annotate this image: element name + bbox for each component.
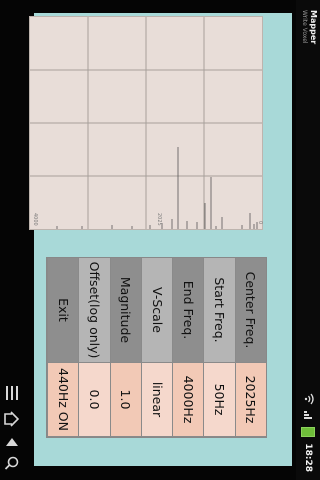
clock: 18:28 bbox=[303, 443, 313, 472]
settings-row-magnitude: Magnitude 1.0 bbox=[109, 258, 141, 437]
settings-row-offset: Offset(log only) 0.0 bbox=[78, 258, 110, 437]
wifi-icon bbox=[302, 393, 315, 405]
end-freq-label[interactable]: End Freq. bbox=[172, 258, 204, 363]
back-icon[interactable] bbox=[6, 438, 18, 446]
offset-label[interactable]: Offset(log only) bbox=[78, 258, 110, 363]
exit-button[interactable]: Exit bbox=[47, 258, 79, 363]
search-icon[interactable] bbox=[4, 456, 19, 470]
x-tick-start: 0 bbox=[257, 221, 263, 225]
start-freq-value[interactable]: 50Hz bbox=[203, 363, 235, 437]
tone-toggle[interactable]: 440Hz ON bbox=[47, 363, 79, 437]
center-freq-label[interactable]: Center Freq. bbox=[234, 258, 266, 363]
x-tick-end: 4000 bbox=[32, 213, 38, 226]
v-scale-value[interactable]: linear bbox=[140, 363, 173, 437]
rotated-screen: Mapper Write Voxel 18:28 0 2025 4000 Cen… bbox=[0, 0, 320, 480]
settings-row-end-freq: End Freq. 4000Hz bbox=[172, 258, 204, 437]
x-tick-center: 2025 bbox=[156, 213, 162, 226]
center-freq-value[interactable]: 2025Hz bbox=[234, 363, 266, 437]
app-title: Mapper bbox=[309, 10, 318, 45]
settings-row-center-freq: Center Freq. 2025Hz bbox=[234, 258, 266, 437]
end-freq-value[interactable]: 4000Hz bbox=[172, 363, 204, 437]
start-freq-label[interactable]: Start Freq. bbox=[203, 258, 235, 363]
navigation-icons bbox=[4, 386, 20, 470]
settings-row-exit: Exit 440Hz ON bbox=[47, 258, 79, 437]
status-bar: Mapper Write Voxel 18:28 bbox=[296, 0, 320, 480]
spectrum-grid bbox=[30, 17, 262, 229]
magnitude-label[interactable]: Magnitude bbox=[109, 258, 141, 363]
menu-icon[interactable] bbox=[6, 386, 18, 400]
spectrum-plot[interactable]: 0 2025 4000 bbox=[29, 16, 263, 230]
status-icons: 18:28 bbox=[301, 393, 315, 472]
settings-row-v-scale: V-Scale linear bbox=[140, 258, 173, 437]
offset-value[interactable]: 0.0 bbox=[78, 363, 110, 437]
app-subtitle: Write Voxel bbox=[301, 10, 308, 44]
v-scale-label[interactable]: V-Scale bbox=[140, 258, 173, 363]
battery-icon bbox=[301, 427, 315, 438]
settings-row-start-freq: Start Freq. 50Hz bbox=[203, 258, 235, 437]
navigation-bar bbox=[0, 0, 24, 480]
settings-table: Center Freq. 2025Hz Start Freq. 50Hz End… bbox=[46, 257, 267, 438]
signal-icon bbox=[302, 411, 315, 421]
magnitude-value[interactable]: 1.0 bbox=[109, 363, 141, 437]
home-icon[interactable] bbox=[4, 411, 20, 427]
app-area: 0 2025 4000 Center Freq. 2025Hz Start Fr… bbox=[29, 13, 292, 466]
